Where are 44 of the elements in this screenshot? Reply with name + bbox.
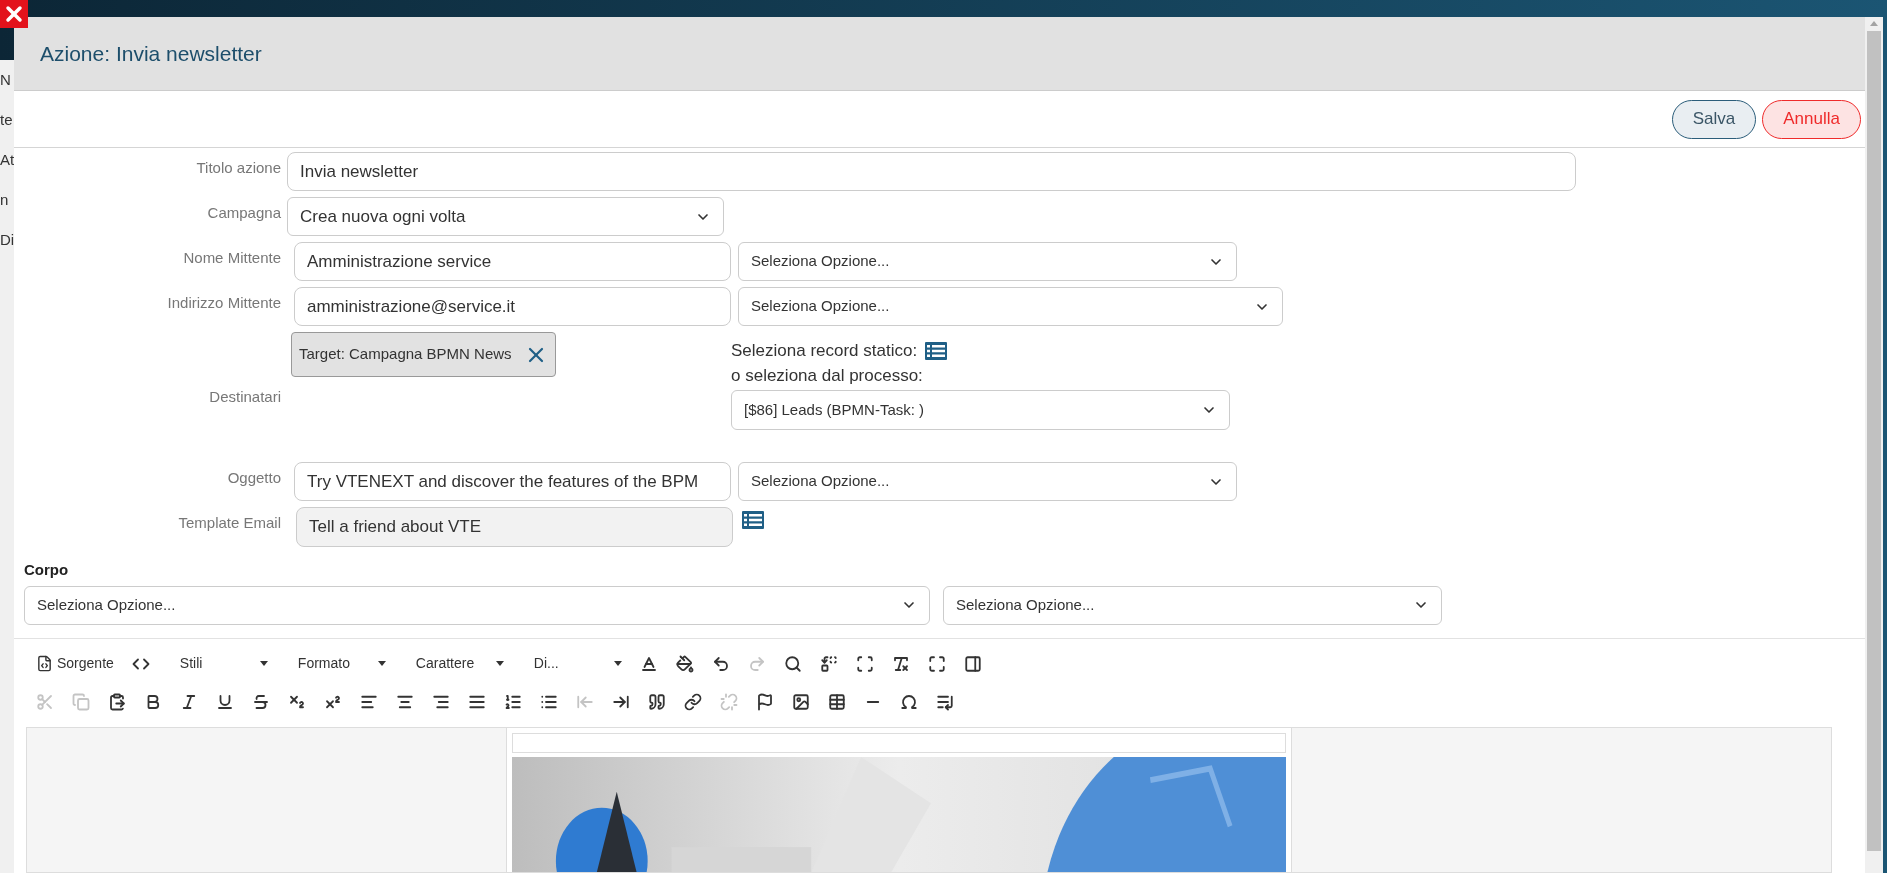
source-icon bbox=[36, 655, 53, 672]
select-field[interactable]: Seleziona Opzione... bbox=[738, 287, 1283, 326]
close-button[interactable] bbox=[0, 0, 28, 28]
caret-icon bbox=[377, 661, 386, 666]
toolbar-dropdown[interactable]: Stili bbox=[163, 653, 272, 674]
dialog-title: Azione: Invia newsletter bbox=[40, 40, 262, 67]
caret-icon bbox=[613, 661, 622, 666]
recipient-chip: Target: Campagna BPMN News bbox=[291, 332, 556, 377]
select-field[interactable]: Crea nuova ogni volta bbox=[287, 197, 724, 236]
scrollbar-thumb[interactable] bbox=[1867, 31, 1881, 851]
static-record-label: Seleziona record statico: bbox=[731, 340, 918, 362]
field-label: Template Email bbox=[177, 513, 282, 533]
process-select[interactable]: [$86] Leads (BPMN-Task: ) bbox=[731, 390, 1230, 430]
select-field[interactable]: Seleziona Opzione... bbox=[738, 242, 1237, 281]
list-icon[interactable] bbox=[742, 511, 764, 529]
field-label: Destinatari bbox=[208, 387, 282, 407]
toolbar-dropdown[interactable]: Formato bbox=[281, 653, 390, 674]
toolbar-dropdown[interactable]: Di... bbox=[517, 653, 626, 674]
readonly-field[interactable]: Tell a friend about VTE bbox=[296, 507, 733, 547]
input-field[interactable]: Try VTENEXT and discover the features of the BPM bbox=[294, 462, 731, 501]
field-label: Campagna bbox=[206, 203, 282, 223]
background-text: N bbox=[0, 70, 12, 90]
section-label: Corpo bbox=[23, 560, 70, 580]
input-field[interactable]: amministrazione@service.it bbox=[294, 287, 731, 326]
background-text: te bbox=[0, 110, 14, 130]
field-label: Nome Mittente bbox=[182, 248, 282, 268]
caret-icon bbox=[259, 661, 268, 666]
select-field[interactable]: Seleziona Opzione... bbox=[24, 585, 930, 625]
source-button[interactable]: Sorgente bbox=[32, 653, 118, 674]
background-text: n bbox=[0, 190, 10, 210]
field-label: Oggetto bbox=[226, 468, 282, 488]
input-field[interactable]: Amministrazione service bbox=[294, 242, 731, 281]
list-icon[interactable] bbox=[925, 342, 948, 360]
save-button[interactable]: Salva bbox=[1671, 99, 1757, 139]
field-label: Indirizzo Mittente bbox=[166, 293, 282, 313]
select-field[interactable]: Seleziona Opzione... bbox=[943, 585, 1442, 625]
caret-icon bbox=[495, 661, 504, 666]
toolbar-dropdown[interactable]: Carattere bbox=[399, 653, 508, 674]
field-label: Titolo azione bbox=[195, 158, 282, 178]
background-text: At bbox=[0, 150, 16, 170]
process-label: o seleziona dal processo: bbox=[731, 365, 924, 387]
background-text: Di bbox=[0, 230, 16, 250]
select-field[interactable]: Seleziona Opzione... bbox=[738, 462, 1237, 501]
input-field[interactable]: Invia newsletter bbox=[287, 152, 1576, 191]
